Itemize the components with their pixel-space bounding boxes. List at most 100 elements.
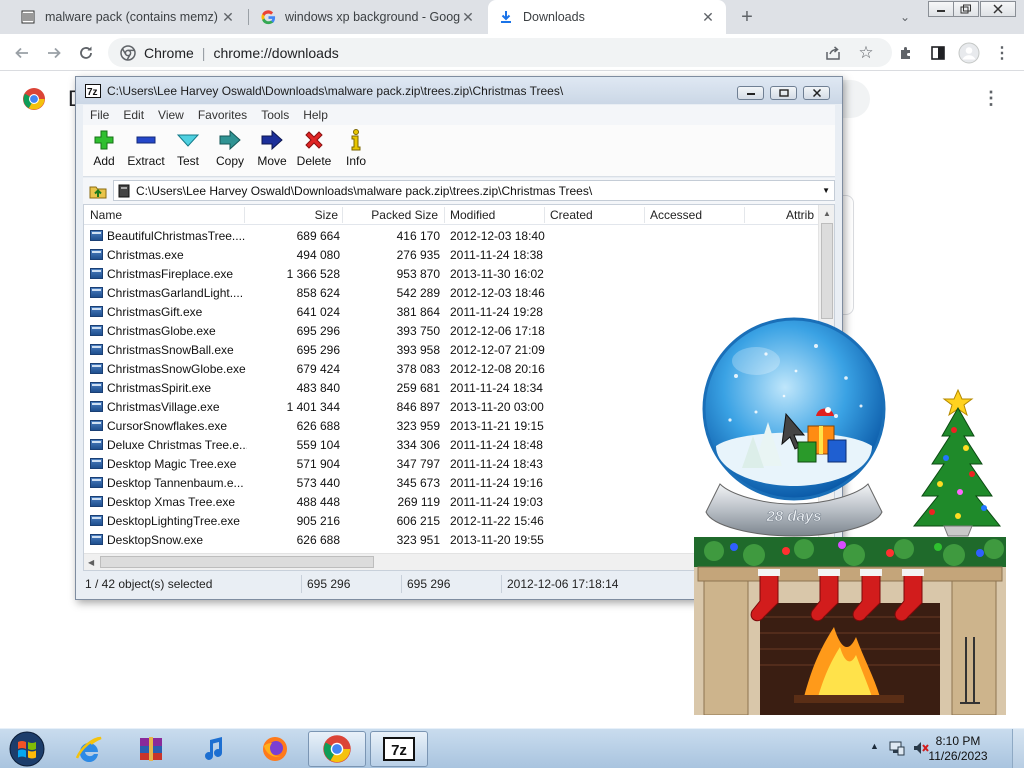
dropdown-arrow-icon[interactable]: ▼	[822, 186, 830, 195]
horizontal-scroll-thumb[interactable]	[100, 556, 374, 568]
test-label: Test	[176, 154, 199, 168]
menu-file[interactable]: File	[90, 108, 109, 122]
close-tab-icon[interactable]: ✕	[700, 9, 716, 26]
file-modified: 2011-11-24 18:43	[450, 457, 543, 471]
extract-button[interactable]: Extract	[125, 129, 167, 175]
file-size: 695 296	[296, 343, 340, 357]
column-header-size[interactable]: Size	[244, 208, 338, 222]
column-divider[interactable]	[444, 207, 445, 223]
delete-button[interactable]: Delete	[293, 129, 335, 175]
folder-up-icon[interactable]	[86, 180, 110, 202]
close-tab-icon[interactable]: ✕	[220, 9, 236, 26]
taskbar-clock[interactable]: 8:10 PM 11/26/2023	[918, 734, 998, 764]
taskbar-chrome[interactable]	[308, 731, 366, 767]
file-modified: 2011-11-24 18:48	[450, 438, 543, 452]
minimize-window-icon[interactable]	[928, 1, 954, 17]
sevenzip-titlebar[interactable]: 7z C:\Users\Lee Harvey Oswald\Downloads\…	[76, 77, 842, 104]
tab-google-search[interactable]: windows xp background - Googl ✕	[250, 0, 486, 34]
address-bar[interactable]: Chrome | chrome://downloads	[108, 38, 892, 67]
tab-downloads[interactable]: Downloads ✕	[488, 0, 726, 34]
tab-search-chevron-icon[interactable]: ⌄	[894, 6, 916, 28]
file-modified: 2013-11-30 16:02	[450, 267, 544, 281]
network-icon[interactable]	[888, 740, 906, 759]
menu-tools[interactable]: Tools	[261, 108, 289, 122]
start-button[interactable]	[6, 731, 48, 767]
test-button[interactable]: Test	[167, 129, 209, 175]
taskbar-firefox[interactable]	[246, 731, 304, 767]
tab-divider	[248, 9, 249, 25]
menu-edit[interactable]: Edit	[123, 108, 144, 122]
extensions-puzzle-icon[interactable]	[895, 42, 917, 64]
column-header-name[interactable]: Name	[90, 208, 122, 222]
show-hidden-icons-icon[interactable]: ▲	[870, 741, 879, 751]
windows-taskbar: 7z ▲ 8:10 PM 11/26/2023	[0, 728, 1024, 768]
move-button[interactable]: Move	[251, 129, 293, 175]
close-icon[interactable]	[803, 86, 830, 100]
column-header-attrib[interactable]: Attrib	[786, 208, 814, 222]
status-selection: 1 / 42 object(s) selected	[85, 577, 213, 591]
file-modified: 2011-11-24 18:38	[450, 248, 543, 262]
taskbar-winrar[interactable]	[122, 731, 180, 767]
table-row[interactable]: BeautifulChristmasTree.... 689 664 416 170…	[84, 226, 818, 245]
column-header-packed-size[interactable]: Packed Size	[342, 208, 438, 222]
taskbar-7zip[interactable]: 7z	[370, 731, 428, 767]
column-divider[interactable]	[744, 207, 745, 223]
profile-avatar-icon[interactable]	[958, 42, 980, 64]
status-packed: 695 296	[407, 577, 451, 591]
show-desktop-button[interactable]	[1012, 729, 1024, 768]
file-modified: 2011-11-24 19:16	[450, 476, 543, 490]
column-header-created[interactable]: Created	[550, 208, 593, 222]
share-icon[interactable]	[822, 42, 844, 64]
chrome-menu-icon[interactable]: ⋮	[991, 42, 1013, 64]
scroll-left-icon[interactable]: ◀	[88, 558, 94, 567]
file-size: 626 688	[296, 419, 340, 433]
add-plus-icon	[92, 129, 116, 151]
info-button[interactable]: Info	[335, 129, 377, 175]
scroll-up-icon[interactable]: ▲	[823, 209, 831, 218]
side-panel-icon[interactable]	[927, 42, 949, 64]
sevenzip-title: C:\Users\Lee Harvey Oswald\Downloads\mal…	[107, 83, 564, 98]
tab-strip: malware pack (contains memz) : ✕ windows…	[0, 0, 1024, 34]
file-name: Deluxe Christmas Tree.e...	[107, 438, 247, 452]
table-row[interactable]: ChristmasGarlandLight.... 858 624 542 289 2…	[84, 283, 818, 302]
file-size: 494 080	[296, 248, 340, 262]
close-tab-icon[interactable]: ✕	[460, 9, 476, 26]
menu-help[interactable]: Help	[303, 108, 328, 122]
column-header-modified[interactable]: Modified	[450, 208, 495, 222]
vertical-scroll-thumb[interactable]	[821, 223, 833, 319]
add-button[interactable]: Add	[83, 129, 125, 175]
bookmark-star-icon[interactable]: ☆	[855, 42, 877, 64]
path-combobox[interactable]: C:\Users\Lee Harvey Oswald\Downloads\mal…	[113, 180, 835, 201]
tab-malware-pack[interactable]: malware pack (contains memz) : ✕	[10, 0, 246, 34]
exe-file-icon	[90, 306, 103, 317]
add-label: Add	[93, 154, 115, 168]
column-divider[interactable]	[644, 207, 645, 223]
minimize-icon[interactable]	[737, 86, 764, 100]
column-header-accessed[interactable]: Accessed	[650, 208, 702, 222]
info-icon	[344, 129, 368, 151]
exe-file-icon	[90, 268, 103, 279]
new-tab-icon[interactable]: +	[736, 6, 758, 28]
copy-button[interactable]: Copy	[209, 129, 251, 175]
downloads-more-icon[interactable]: ⋮	[982, 88, 1000, 109]
christmas-tree-decoration	[906, 388, 1006, 538]
close-window-icon[interactable]	[980, 1, 1016, 17]
exe-file-icon	[90, 496, 103, 507]
taskbar-itunes[interactable]	[184, 731, 242, 767]
table-row[interactable]: Christmas.exe 494 080 276 935 2011-11-24 18…	[84, 245, 818, 264]
reload-icon[interactable]	[75, 42, 97, 64]
taskbar-internet-explorer[interactable]	[60, 731, 118, 767]
maximize-icon[interactable]	[770, 86, 797, 100]
restore-window-icon[interactable]	[953, 1, 979, 17]
url-text: chrome://downloads	[213, 44, 339, 61]
column-divider[interactable]	[544, 207, 545, 223]
menu-view[interactable]: View	[158, 108, 184, 122]
table-row[interactable]: ChristmasFireplace.exe 1 366 528 953 870 20…	[84, 264, 818, 283]
file-modified: 2011-11-24 19:03	[450, 495, 543, 509]
menu-favorites[interactable]: Favorites	[198, 108, 247, 122]
back-icon[interactable]	[11, 42, 33, 64]
file-modified: 2012-12-07 21:09	[450, 343, 545, 357]
browser-toolbar: Chrome | chrome://downloads ☆ ⋮	[0, 34, 1024, 71]
forward-icon[interactable]	[43, 42, 65, 64]
file-name: ChristmasSnowBall.exe	[107, 343, 234, 357]
